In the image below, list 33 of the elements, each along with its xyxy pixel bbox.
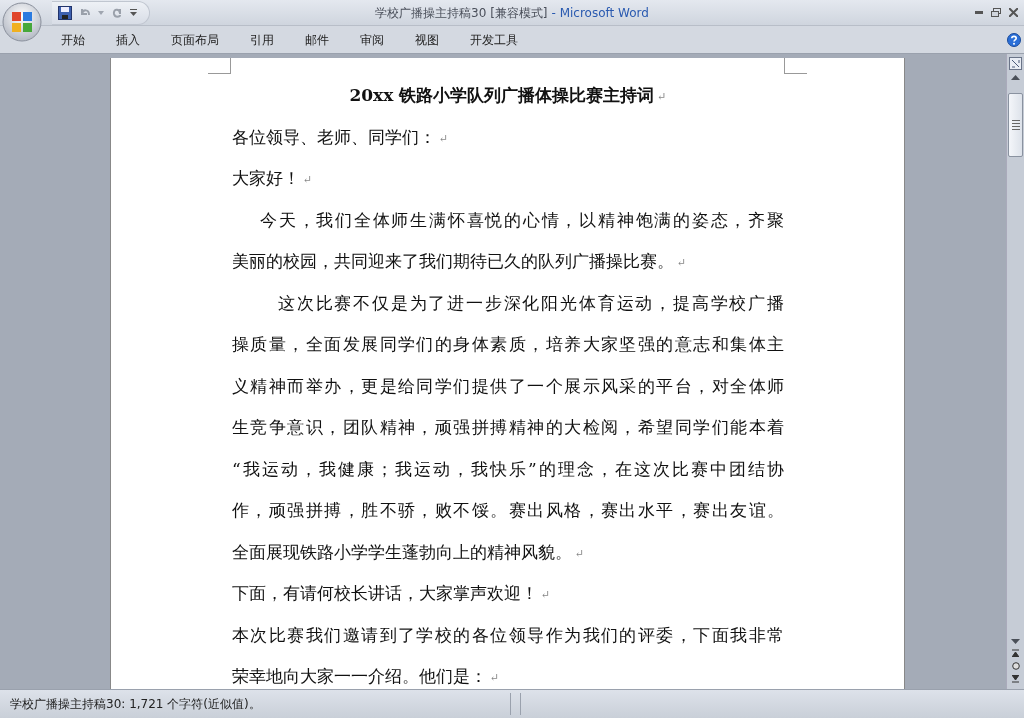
save-icon[interactable] <box>58 5 72 20</box>
ribbon-tab[interactable]: 引用 <box>239 29 285 50</box>
customize-icon[interactable] <box>130 9 137 16</box>
status-text: 学校广播操主持稿30: 1,721 个字符(近似值)。 <box>9 695 262 713</box>
paragraph: 这次比赛不仅是为了进一步深化阳光体育运动，提高学校广播 操质量，全面发展同学们的身体素质，培养大家坚强的意志和集体主 义精神而举办，更是给同学们提供了一个展示风采的平台，对全体师 生竞争意识，团队精神，顽强拼搏精神的大检阅，希望同学们能本着 “我运动，我健康；我运动，我快乐”的理念，在这次比赛中团结协 作，顽强拼搏，胜不骄，败不馁。赛出风格，赛出水平，赛出友谊。 全面展现铁路小学学生蓬勃向上的精神风貌。 ↵ <box>232 291 784 564</box>
restore-icon[interactable] <box>991 8 1001 17</box>
ribbon-tab[interactable]: 插入 <box>105 29 151 50</box>
next-page-icon[interactable] <box>1012 675 1019 683</box>
paragraph: 各位领导、老师、同学们： ↵ <box>232 125 450 149</box>
close-icon[interactable] <box>1009 8 1018 17</box>
window-title: 学校广播操主持稿30 [兼容模式] <box>375 6 548 20</box>
ribbon-tab[interactable]: 邮件 <box>294 29 340 50</box>
document-heading: 20xx 铁路小学队列广播体操比赛主持词 ↵ <box>348 84 668 107</box>
paragraph: 大家好！ ↵ <box>232 167 314 190</box>
scrollbar[interactable] <box>1006 54 1024 689</box>
ruler-icon[interactable] <box>1009 57 1022 70</box>
ribbon-tab[interactable]: 开始 <box>50 29 96 50</box>
scroll-up-icon[interactable] <box>1011 75 1020 80</box>
paragraph: 本次比赛我们邀请到了学校的各位领导作为我们的评委，下面我非常 荣幸地向大家一一介绍。他们是： ↵ <box>232 623 784 688</box>
scroll-thumb[interactable] <box>1008 93 1023 157</box>
ribbon-tab[interactable]: 开发工具 <box>459 29 529 50</box>
crop-mark <box>784 58 807 74</box>
browse-object-icon[interactable] <box>1011 662 1020 670</box>
previous-page-icon[interactable] <box>1012 649 1019 657</box>
paragraph: 下面，有请何校长讲话，大家掌声欢迎！ ↵ <box>232 582 552 605</box>
help-icon[interactable] <box>1007 32 1021 47</box>
paragraph: 今天，我们全体师生满怀喜悦的心情，以精神饱满的姿态，齐聚 美丽的校园，共同迎来了我们期待已久的队列广播操比赛。 ↵ <box>232 208 784 273</box>
scroll-down-icon[interactable] <box>1011 639 1020 644</box>
crop-mark <box>208 58 231 74</box>
ribbon-tab[interactable]: 视图 <box>404 29 450 50</box>
ribbon-tab[interactable]: 页面布局 <box>160 29 230 50</box>
app-name: - Microsoft Word <box>551 6 649 20</box>
ribbon-tab[interactable]: 审阅 <box>349 29 395 50</box>
